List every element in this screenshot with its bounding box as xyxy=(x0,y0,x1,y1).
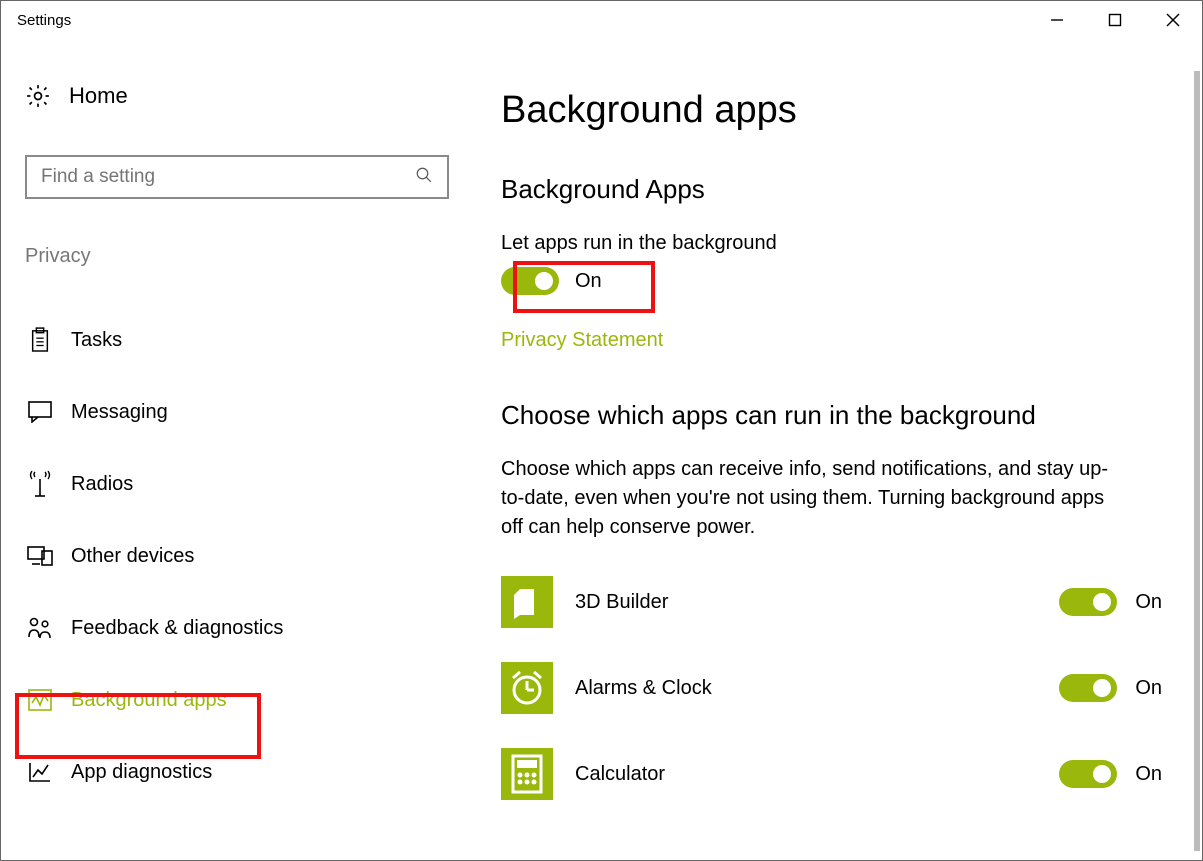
app-toggle-state: On xyxy=(1135,677,1162,700)
section-description: Choose which apps can receive info, send… xyxy=(501,455,1121,542)
section-label: Privacy xyxy=(25,245,449,268)
window-controls xyxy=(1028,4,1202,36)
sidebar-item-label: Other devices xyxy=(71,545,194,568)
home-label: Home xyxy=(69,83,128,109)
sidebar-item-background-apps[interactable]: Background apps xyxy=(25,664,449,736)
sidebar-item-messaging[interactable]: Messaging xyxy=(25,376,449,448)
sidebar-item-label: Messaging xyxy=(71,401,168,424)
sidebar-item-radios[interactable]: Radios xyxy=(25,448,449,520)
app-toggle-calculator[interactable] xyxy=(1059,760,1117,788)
sidebar-item-label: Background apps xyxy=(71,689,227,712)
nav-list: Tasks Messaging Radios Other devices Fee xyxy=(25,304,449,808)
settings-window: Settings Home xyxy=(0,0,1203,861)
app-toggle-alarms-clock[interactable] xyxy=(1059,674,1117,702)
app-row-calculator: Calculator On xyxy=(501,748,1162,800)
app-toggle-3d-builder[interactable] xyxy=(1059,588,1117,616)
app-icon-calculator xyxy=(501,748,553,800)
master-toggle-row: On xyxy=(501,267,1162,295)
app-toggle-state: On xyxy=(1135,591,1162,614)
antenna-icon xyxy=(27,471,53,497)
app-row-3d-builder: 3D Builder On xyxy=(501,576,1162,628)
devices-icon xyxy=(27,543,53,569)
sidebar-item-app-diagnostics[interactable]: App diagnostics xyxy=(25,736,449,808)
sidebar-item-label: Tasks xyxy=(71,329,122,352)
app-row-alarms-clock: Alarms & Clock On xyxy=(501,662,1162,714)
sidebar-item-feedback[interactable]: Feedback & diagnostics xyxy=(25,592,449,664)
app-icon-alarms-clock xyxy=(501,662,553,714)
main-content: Background apps Background Apps Let apps… xyxy=(471,33,1202,860)
minimize-button[interactable] xyxy=(1028,4,1086,36)
window-title: Settings xyxy=(13,12,71,29)
app-name: 3D Builder xyxy=(575,591,1037,614)
search-icon xyxy=(415,166,433,189)
app-icon-3d-builder xyxy=(501,576,553,628)
section-heading: Background Apps xyxy=(501,174,1162,205)
gear-icon xyxy=(25,83,51,109)
sidebar-item-other-devices[interactable]: Other devices xyxy=(25,520,449,592)
sidebar-item-label: App diagnostics xyxy=(71,761,212,784)
activity-icon xyxy=(27,687,53,713)
app-toggle-state: On xyxy=(1135,763,1162,786)
privacy-statement-link[interactable]: Privacy Statement xyxy=(501,329,663,352)
master-toggle[interactable] xyxy=(501,267,559,295)
minimize-icon xyxy=(1050,13,1064,27)
app-name: Alarms & Clock xyxy=(575,677,1037,700)
home-button[interactable]: Home xyxy=(25,83,449,109)
close-icon xyxy=(1166,13,1180,27)
feedback-icon xyxy=(27,615,53,641)
maximize-icon xyxy=(1108,13,1122,27)
search-box[interactable] xyxy=(25,155,449,199)
body: Home Privacy Tasks Messaging xyxy=(1,33,1202,860)
sidebar-item-label: Radios xyxy=(71,473,133,496)
master-toggle-label: Let apps run in the background xyxy=(501,229,1162,257)
sidebar-item-tasks[interactable]: Tasks xyxy=(25,304,449,376)
clipboard-icon xyxy=(27,327,53,353)
maximize-button[interactable] xyxy=(1086,4,1144,36)
close-button[interactable] xyxy=(1144,4,1202,36)
search-input[interactable] xyxy=(41,166,415,188)
section-heading-2: Choose which apps can run in the backgro… xyxy=(501,400,1162,431)
titlebar: Settings xyxy=(1,1,1202,33)
chart-icon xyxy=(27,759,53,785)
scrollbar[interactable] xyxy=(1194,71,1200,851)
sidebar: Home Privacy Tasks Messaging xyxy=(1,33,471,860)
app-name: Calculator xyxy=(575,763,1037,786)
chat-icon xyxy=(27,399,53,425)
master-toggle-state: On xyxy=(575,270,602,293)
sidebar-item-label: Feedback & diagnostics xyxy=(71,617,283,640)
page-title: Background apps xyxy=(501,89,1162,132)
